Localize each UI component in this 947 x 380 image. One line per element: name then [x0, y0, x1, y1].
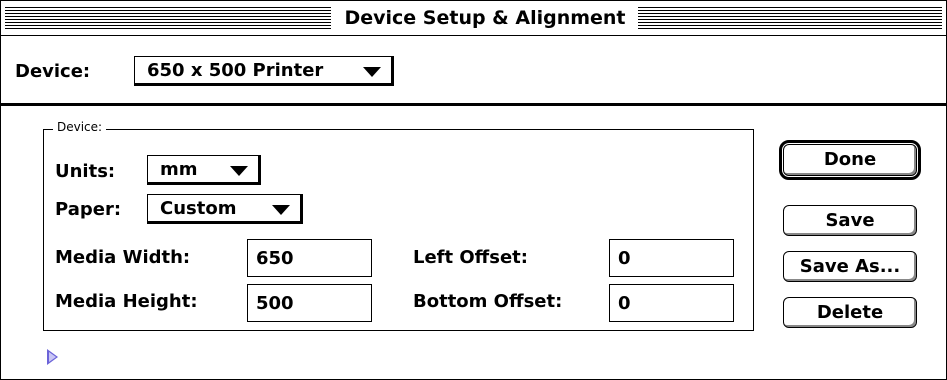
media-height-label: Media Height: — [55, 291, 198, 312]
left-offset-field[interactable] — [609, 239, 734, 277]
device-popup-value: 650 x 500 Printer — [147, 60, 324, 81]
units-label: Units: — [55, 161, 116, 182]
title-bar[interactable]: Device Setup & Alignment — [1, 1, 946, 36]
divider — [1, 103, 946, 106]
paper-label: Paper: — [55, 199, 122, 220]
units-popup[interactable]: mm — [147, 155, 261, 185]
save-button[interactable]: Save — [783, 205, 917, 236]
disclosure-triangle-icon[interactable] — [47, 349, 58, 365]
save-as-button[interactable]: Save As... — [783, 251, 917, 282]
window-title: Device Setup & Alignment — [333, 5, 637, 31]
bottom-offset-label: Bottom Offset: — [413, 291, 563, 312]
triangle-down-icon — [363, 67, 381, 77]
groupbox-title: Device: — [53, 120, 107, 134]
left-offset-label: Left Offset: — [413, 247, 528, 268]
device-label: Device: — [15, 61, 91, 82]
media-width-field[interactable] — [247, 239, 372, 277]
paper-popup[interactable]: Custom — [147, 194, 303, 224]
triangle-down-icon — [272, 205, 290, 215]
device-popup[interactable]: 650 x 500 Printer — [134, 56, 394, 86]
delete-button[interactable]: Delete — [783, 297, 917, 328]
media-width-label: Media Width: — [55, 247, 191, 268]
units-popup-value: mm — [160, 159, 198, 180]
title-bar-stripes-right — [638, 7, 942, 29]
bottom-offset-field[interactable] — [609, 284, 734, 322]
triangle-down-icon — [230, 166, 248, 176]
paper-popup-value: Custom — [160, 198, 237, 219]
done-button[interactable]: Done — [783, 144, 917, 176]
title-bar-stripes-left — [5, 7, 331, 29]
media-height-field[interactable] — [247, 284, 372, 322]
dialog-window: Device Setup & Alignment Device: 650 x 5… — [0, 0, 947, 380]
